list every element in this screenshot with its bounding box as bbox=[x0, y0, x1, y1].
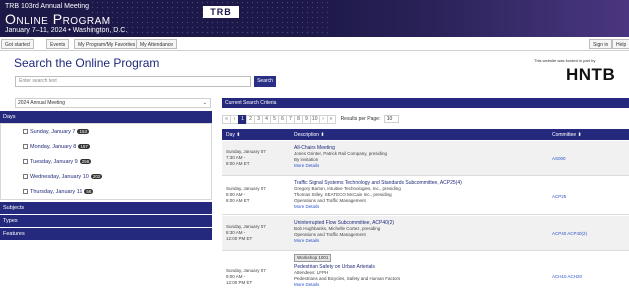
description-cell: All-Chairs Meeting Jones Grinter, Patric… bbox=[294, 145, 544, 169]
count-badge: 157 bbox=[78, 144, 90, 149]
more-details-link[interactable]: More Details bbox=[294, 163, 544, 169]
get-started-button[interactable]: Got started bbox=[1, 39, 34, 49]
day-cell: Sunday, January 07 8:30 AM - 12:00 PM ET bbox=[226, 224, 266, 242]
more-details-link[interactable]: More Details bbox=[294, 238, 544, 244]
description-column-header[interactable]: Description ⬍ bbox=[294, 132, 325, 138]
day-label: Monday, January 8 bbox=[30, 144, 77, 150]
description-cell: Workshop 1001 Pedestrian Safety on Urban… bbox=[294, 254, 544, 288]
table-row: Sunday, January 07 8:30 AM - 12:00 PM ET… bbox=[222, 216, 629, 251]
day-label: Wednesday, January 10 bbox=[30, 174, 89, 180]
day-end: 8:00 AM ET bbox=[226, 161, 250, 166]
day-filter-item[interactable]: Monday, January 8 157 bbox=[23, 144, 90, 150]
more-details-link[interactable]: More Details bbox=[294, 282, 544, 288]
count-badge: 153 bbox=[77, 129, 89, 134]
hntb-logo[interactable]: HNTB bbox=[566, 65, 615, 85]
page-title: Search the Online Program bbox=[14, 56, 160, 70]
meeting-select-value: 2024 Annual Meeting bbox=[18, 100, 65, 106]
day-cell: Sunday, January 07 8:00 AM - 8:00 AM ET bbox=[226, 186, 266, 204]
checkbox[interactable] bbox=[23, 159, 28, 164]
day-column-header[interactable]: Day ⬍ bbox=[226, 132, 240, 138]
table-row: Sunday, January 07 7:30 AM - 8:00 AM ET … bbox=[222, 141, 629, 176]
sponsor-text: This website was funded in part by bbox=[534, 58, 596, 63]
sign-in-button[interactable]: Sign in bbox=[589, 39, 613, 49]
checkbox[interactable] bbox=[23, 174, 28, 179]
current-search-criteria: Current Search Criteria bbox=[222, 98, 629, 108]
description-cell: Uninterrupted Flow Subcommittee, ACP40(2… bbox=[294, 220, 544, 244]
more-details-link[interactable]: More Details bbox=[294, 204, 544, 210]
meeting-select[interactable]: 2024 Annual Meeting ⌄ bbox=[15, 98, 211, 108]
meeting-name: TRB 103rd Annual Meeting bbox=[5, 3, 90, 10]
help-button[interactable]: Help bbox=[612, 39, 629, 49]
session-type-badge: Workshop 1001 bbox=[294, 254, 332, 262]
table-row: Sunday, January 07 8:00 AM - 8:00 AM ET … bbox=[222, 177, 629, 215]
results-per-page-label: Results per Page: bbox=[340, 116, 381, 122]
top-nav: Got started Events My Program/My Favorit… bbox=[0, 37, 629, 51]
header-banner: TRB 103rd Annual Meeting Online Program … bbox=[0, 0, 629, 37]
checkbox[interactable] bbox=[23, 144, 28, 149]
table-row: Sunday, January 07 9:00 AM - 12:00 PM ET… bbox=[222, 252, 629, 292]
per-page-select[interactable]: 10 bbox=[383, 115, 400, 123]
day-label: Sunday, January 7 bbox=[30, 129, 76, 135]
results-per-page: Results per Page: 10 bbox=[341, 115, 400, 123]
committee-link[interactable]: ACP25 bbox=[552, 194, 566, 199]
checkbox[interactable] bbox=[23, 129, 28, 134]
count-badge: 58 bbox=[84, 189, 94, 194]
last-page-button[interactable]: » bbox=[326, 114, 336, 124]
count-badge: 202 bbox=[90, 174, 103, 179]
days-filter-list: Sunday, January 7 153 Monday, January 8 15… bbox=[0, 123, 212, 200]
pagination: « ‹ 1 2 3 4 5 6 7 8 9 10 › » Results per… bbox=[222, 114, 400, 124]
chevron-down-icon: ⌄ bbox=[202, 100, 207, 106]
day-cell: Sunday, January 07 7:30 AM - 8:00 AM ET bbox=[226, 149, 266, 167]
trb-logo[interactable]: TRB bbox=[203, 6, 239, 18]
my-program-button[interactable]: My Program/My Favorites bbox=[74, 39, 140, 49]
committee-link[interactable]: ACH10 ACH20 bbox=[552, 274, 582, 279]
day-end: 12:00 PM ET bbox=[226, 280, 253, 285]
day-filter-item[interactable]: Tuesday, January 9 256 bbox=[23, 159, 92, 165]
day-filter-item[interactable]: Thursday, January 11 58 bbox=[23, 189, 94, 195]
committee-link[interactable]: AS000 bbox=[552, 156, 566, 161]
types-section-header[interactable]: Types bbox=[0, 215, 212, 227]
day-label: Thursday, January 11 bbox=[30, 189, 83, 195]
features-section-header[interactable]: Features bbox=[0, 228, 212, 240]
committee-link[interactable]: ACP40 ACP40(2) bbox=[552, 231, 587, 236]
search-input[interactable]: Enter search text bbox=[15, 76, 251, 87]
day-end: 12:00 PM ET bbox=[226, 236, 253, 241]
meeting-dates: January 7–11, 2024 • Washington, D.C. bbox=[5, 27, 128, 34]
day-cell: Sunday, January 07 9:00 AM - 12:00 PM ET bbox=[226, 268, 266, 286]
search-button[interactable]: Search bbox=[254, 76, 276, 87]
description-cell: Traffic Signal Systems Technology and St… bbox=[294, 180, 544, 210]
subjects-section-header[interactable]: Subjects bbox=[0, 202, 212, 214]
checkbox[interactable] bbox=[23, 189, 28, 194]
day-filter-item[interactable]: Wednesday, January 10 202 bbox=[23, 174, 103, 180]
program-title: Online Program bbox=[5, 11, 111, 27]
results-table-header: Day ⬍ Description ⬍ Committee ⬍ bbox=[222, 129, 629, 140]
events-button[interactable]: Events bbox=[46, 39, 70, 49]
my-attendance-button[interactable]: My Attendance bbox=[136, 39, 178, 49]
days-section-header[interactable]: Days bbox=[0, 111, 212, 123]
day-filter-item[interactable]: Sunday, January 7 153 bbox=[23, 129, 89, 135]
count-badge: 256 bbox=[79, 159, 92, 164]
banner-gradient bbox=[299, 0, 629, 37]
committee-column-header[interactable]: Committee ⬍ bbox=[552, 132, 582, 138]
day-label: Tuesday, January 9 bbox=[30, 159, 78, 165]
day-end: 8:00 AM ET bbox=[226, 198, 250, 203]
